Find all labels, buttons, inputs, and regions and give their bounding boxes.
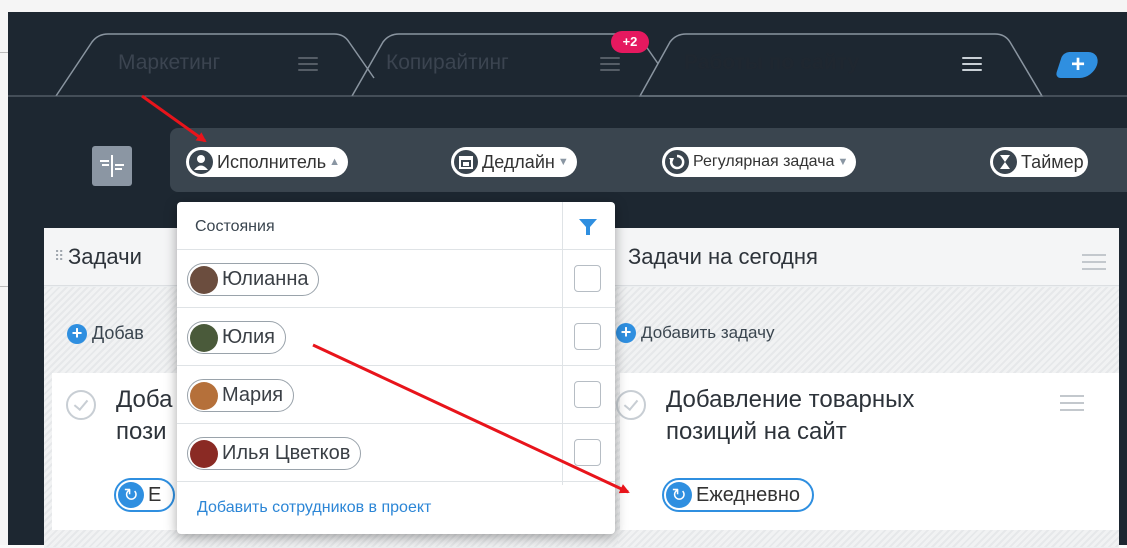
dropdown-option-yulianna[interactable]: Юлианна	[177, 250, 615, 308]
avatar	[190, 439, 218, 468]
dropdown-header-label: Состояния	[195, 218, 275, 235]
dropdown-header: Состояния	[177, 202, 615, 250]
filter-assignee[interactable]: Исполнитель ▲	[186, 147, 349, 177]
column-title: Задачи	[68, 244, 142, 269]
repeat-icon	[665, 150, 689, 174]
card-menu-icon[interactable]	[1060, 395, 1084, 416]
tab-copywriting-menu-icon[interactable]	[600, 57, 620, 71]
add-task-label: Добав	[92, 323, 144, 343]
caret-up-icon: ▲	[329, 156, 341, 168]
add-task-button[interactable]: + Добав	[67, 323, 144, 344]
filter-columns-icon	[100, 155, 124, 177]
person-icon	[189, 150, 213, 174]
add-employees-link[interactable]: Добавить сотрудников в проект	[197, 499, 431, 517]
add-task-label: Добавить задачу	[641, 323, 775, 342]
filter-deadline-label: Дедлайн	[482, 151, 555, 172]
recurring-badge: ↻ Ежедневно	[662, 478, 815, 512]
column-menu-icon[interactable]	[1082, 254, 1106, 275]
filter-assignee-label: Исполнитель	[217, 151, 327, 172]
repeat-icon: ↻	[118, 482, 144, 508]
tab-bar	[8, 33, 1127, 97]
tab-marketing[interactable]: Маркетинг	[118, 51, 220, 75]
calendar-icon	[454, 150, 478, 174]
person-chip: Юлия	[187, 321, 286, 354]
person-chip: Илья Цветков	[187, 437, 362, 470]
avatar	[190, 323, 218, 352]
person-chip: Мария	[187, 379, 295, 412]
plus-circle-icon: +	[616, 323, 636, 343]
assignee-dropdown: Состояния Юлианна Юлия Мария Илья Цветко…	[177, 202, 615, 534]
filter-toggle-button[interactable]	[92, 146, 132, 186]
filter-deadline[interactable]: Дедлайн ▼	[451, 147, 577, 177]
column-header: Задачи на сегодня	[618, 228, 1119, 286]
caret-down-icon: ▼	[557, 156, 569, 168]
person-chip: Юлианна	[187, 263, 320, 296]
complete-check-icon[interactable]	[616, 390, 646, 420]
task-title: Добавление товарных позиций на сайт	[666, 386, 915, 445]
dropdown-option-yuliya[interactable]: Юлия	[177, 308, 615, 366]
plus-circle-icon: +	[67, 323, 87, 344]
task-title: Доба пози	[116, 386, 173, 445]
checkbox[interactable]	[574, 323, 601, 350]
caret-down-icon: ▼	[837, 156, 849, 168]
avatar	[190, 265, 218, 294]
tab-marketing-menu-icon[interactable]	[298, 57, 318, 71]
filter-recurring-label: Регулярная задача	[693, 153, 835, 170]
checkbox[interactable]	[574, 439, 601, 466]
tab-website-work[interactable]: Работы по сайту	[684, 51, 859, 75]
drag-handle-icon[interactable]: ⠿	[54, 248, 64, 265]
recurring-badge: ↻ Е	[114, 478, 176, 512]
tab-website-work-menu-icon[interactable]	[962, 57, 982, 71]
dropdown-option-ilya[interactable]: Илья Цветков	[177, 424, 615, 482]
task-card[interactable]: Добавление товарных позиций на сайт ↻ Еж…	[616, 373, 1119, 530]
repeat-icon: ↻	[666, 482, 692, 508]
hourglass-icon	[993, 150, 1017, 174]
checkbox[interactable]	[574, 265, 601, 292]
add-tab-button[interactable]: +	[1054, 51, 1102, 78]
add-task-button[interactable]: + Добавить задачу	[616, 323, 774, 343]
filter-recurring[interactable]: Регулярная задача ▼	[662, 147, 857, 177]
notification-badge: +2	[611, 31, 649, 53]
plus-icon: +	[1070, 51, 1085, 78]
funnel-icon[interactable]	[579, 219, 597, 236]
filter-timer-label: Таймер	[1021, 151, 1084, 172]
complete-check-icon[interactable]	[66, 390, 96, 420]
checkbox[interactable]	[574, 381, 601, 408]
avatar	[190, 381, 218, 410]
dropdown-option-mariya[interactable]: Мария	[177, 366, 615, 424]
tab-copywriting[interactable]: Копирайтинг	[386, 51, 509, 75]
column-title: Задачи на сегодня	[628, 244, 818, 269]
filter-timer[interactable]: Таймер	[990, 147, 1088, 177]
